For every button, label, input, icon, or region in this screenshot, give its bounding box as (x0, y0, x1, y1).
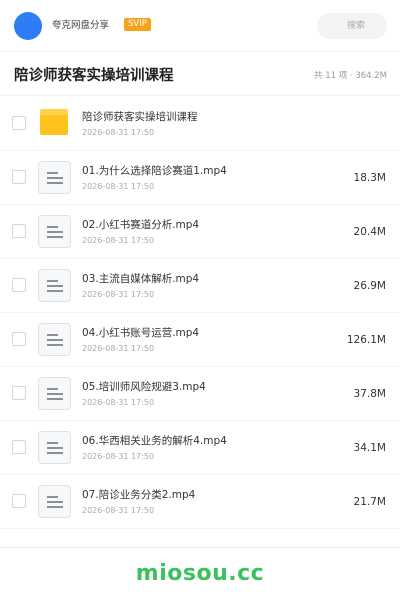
file-size: 126.1M (346, 334, 386, 346)
file-size: 20.4M (353, 226, 386, 238)
file-date: 2026-08-31 17:50 (82, 290, 155, 299)
file-name: 03.主流自媒体解析.mp4 (82, 273, 200, 285)
folder-summary: 共 11 项 · 364.2M (314, 71, 387, 81)
file-doc-icon (38, 215, 71, 248)
file-name: 05.培训师风险规避3.mp4 (82, 381, 206, 393)
uploader-name: 夸克网盘分享 (52, 20, 110, 31)
file-size: 21.7M (353, 496, 386, 508)
file-name: 01.为什么选择陪诊赛道1.mp4 (82, 165, 227, 177)
file-date: 2026-08-31 17:50 (82, 506, 155, 515)
list-item[interactable]: 04.小红书账号运营.mp4 2026-08-31 17:50 126.1M (0, 313, 400, 367)
row-checkbox[interactable] (12, 278, 26, 292)
list-item[interactable]: 07.陪诊业务分类2.mp4 2026-08-31 17:50 21.7M (0, 475, 400, 529)
file-date: 2026-08-31 17:50 (82, 128, 155, 137)
file-size: 18.3M (353, 172, 386, 184)
row-checkbox[interactable] (12, 116, 26, 130)
file-size: 26.9M (353, 280, 386, 292)
list-item-folder[interactable]: 陪诊师获客实操培训课程 2026-08-31 17:50 (0, 97, 400, 151)
row-checkbox[interactable] (12, 386, 26, 400)
search-input[interactable]: 搜索 (317, 13, 387, 39)
list-item[interactable]: 06.华西相关业务的解析4.mp4 2026-08-31 17:50 34.1M (0, 421, 400, 475)
file-name: 04.小红书账号运营.mp4 (82, 327, 200, 339)
file-name: 02.小红书赛道分析.mp4 (82, 219, 200, 231)
file-doc-icon (38, 323, 71, 356)
site-logo[interactable]: miosou.cc (0, 560, 400, 588)
folder-title-row: 陪诊师获客实操培训课程 共 11 项 · 364.2M (0, 52, 400, 96)
avatar[interactable] (14, 12, 42, 40)
file-doc-icon (38, 161, 71, 194)
file-list: 陪诊师获客实操培训课程 2026-08-31 17:50 01.为什么选择陪诊赛… (0, 97, 400, 529)
row-checkbox[interactable] (12, 224, 26, 238)
row-checkbox[interactable] (12, 494, 26, 508)
row-checkbox[interactable] (12, 170, 26, 184)
footer-divider (0, 547, 400, 548)
list-item[interactable]: 01.为什么选择陪诊赛道1.mp4 2026-08-31 17:50 18.3M (0, 151, 400, 205)
file-date: 2026-08-31 17:50 (82, 344, 155, 353)
file-date: 2026-08-31 17:50 (82, 398, 155, 407)
file-doc-icon (38, 269, 71, 302)
row-checkbox[interactable] (12, 332, 26, 346)
file-name: 07.陪诊业务分类2.mp4 (82, 489, 196, 501)
file-doc-icon (38, 431, 71, 464)
file-date: 2026-08-31 17:50 (82, 236, 155, 245)
file-size: 37.8M (353, 388, 386, 400)
row-checkbox[interactable] (12, 440, 26, 454)
file-date: 2026-08-31 17:50 (82, 182, 155, 191)
file-name: 06.华西相关业务的解析4.mp4 (82, 435, 227, 447)
list-item[interactable]: 02.小红书赛道分析.mp4 2026-08-31 17:50 20.4M (0, 205, 400, 259)
folder-icon (38, 107, 71, 140)
file-size: 34.1M (353, 442, 386, 454)
file-doc-icon (38, 485, 71, 518)
list-item[interactable]: 03.主流自媒体解析.mp4 2026-08-31 17:50 26.9M (0, 259, 400, 313)
page-title: 陪诊师获客实操培训课程 (14, 68, 174, 84)
app-header: 夸克网盘分享 SVIP 搜索 (0, 0, 400, 52)
file-date: 2026-08-31 17:50 (82, 452, 155, 461)
list-item[interactable]: 05.培训师风险规避3.mp4 2026-08-31 17:50 37.8M (0, 367, 400, 421)
file-name: 陪诊师获客实操培训课程 (82, 111, 198, 123)
svip-badge: SVIP (124, 18, 151, 31)
file-doc-icon (38, 377, 71, 410)
